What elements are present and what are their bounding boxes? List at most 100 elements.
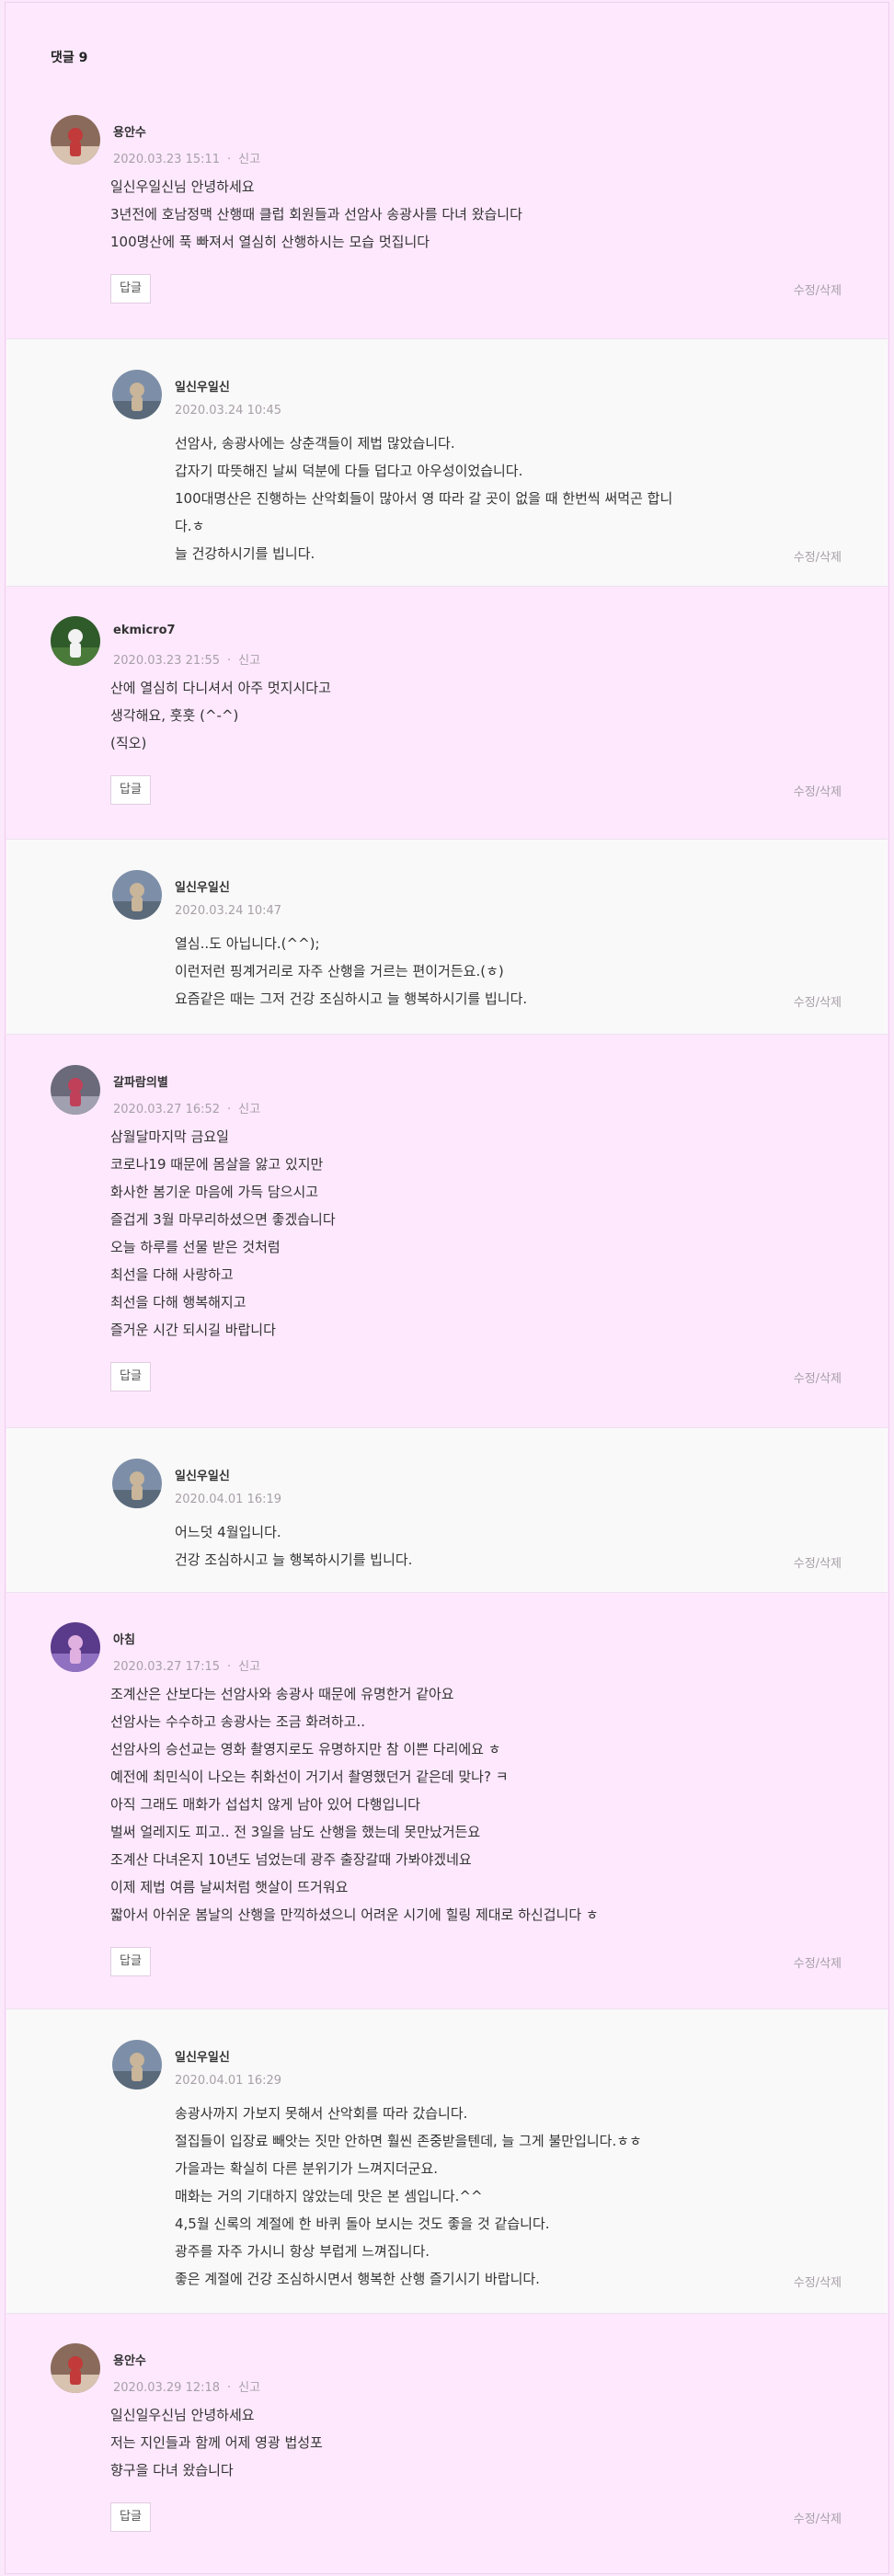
comment-author[interactable]: 용안수 bbox=[113, 2351, 146, 2368]
comment-line: 좋은 계절에 건강 조심하시면서 행복한 산행 즐기시기 바랍니다. bbox=[175, 2271, 540, 2287]
edit-delete-link[interactable]: 수정/삭제 bbox=[794, 782, 842, 799]
reply-button[interactable]: 답글 bbox=[110, 1947, 151, 1976]
comment-author[interactable]: 일신우일신 bbox=[175, 1466, 230, 1483]
comment-item: ekmicro7 2020.03.23 21:55 · 신고 산에 열심히 다니셔서 아… bbox=[6, 589, 888, 837]
comment-author[interactable]: 갈파람의별 bbox=[113, 1072, 168, 1090]
edit-delete-link[interactable]: 수정/삭제 bbox=[794, 2273, 842, 2290]
comment-body: 선암사, 송광사에는 상춘객들이 제법 많았습니다. 갑자기 따뜻해진 날씨 덕분… bbox=[175, 429, 672, 567]
reply-button[interactable]: 답글 bbox=[110, 1362, 151, 1391]
comment-line: 요즘같은 때는 그저 건강 조심하시고 늘 행복하시기를 빕니다. bbox=[175, 990, 528, 1007]
comment-body: 삼월달마지막 금요일 코로나19 때문에 몸살을 앓고 있지만 화사한 봄기운 마음… bbox=[110, 1123, 336, 1344]
comment-line: 가을과는 확실히 다른 분위기가 느껴지더군요. bbox=[175, 2160, 439, 2177]
edit-delete-link[interactable]: 수정/삭제 bbox=[794, 547, 842, 565]
comment-line: 조계산 다녀온지 10년도 넘었는데 광주 출장갈때 가봐야겠네요 bbox=[110, 1851, 472, 1868]
reply-comment: 일신우일신 2020.04.01 16:29 송광사까지 가보지 못해서 산악회를 … bbox=[6, 2009, 888, 2314]
avatar[interactable] bbox=[51, 2343, 100, 2393]
comment-author[interactable]: 용안수 bbox=[113, 122, 146, 140]
avatar[interactable] bbox=[112, 370, 162, 419]
comment-date: 2020.03.23 15:11 bbox=[113, 153, 221, 166]
meta-separator: · bbox=[227, 2381, 232, 2395]
comment-line: 생각해요, 훗훗 (^-^) bbox=[110, 707, 239, 724]
comment-line: 선암사, 송광사에는 상춘객들이 제법 많았습니다. bbox=[175, 435, 455, 452]
comment-meta: 2020.04.01 16:29 bbox=[175, 2074, 281, 2088]
reply-button[interactable]: 답글 bbox=[110, 274, 151, 303]
comment-date: 2020.03.29 12:18 bbox=[113, 2381, 221, 2395]
comment-meta: 2020.03.27 16:52 · 신고 bbox=[113, 1099, 260, 1116]
comment-line: 조계산은 산보다는 선암사와 송광사 때문에 유명한거 같아요 bbox=[110, 1686, 454, 1702]
reply-button[interactable]: 답글 bbox=[110, 775, 151, 805]
reply-button[interactable]: 답글 bbox=[110, 2502, 151, 2532]
comment-line: (직오) bbox=[110, 735, 147, 751]
comment-line: 아직 그래도 매화가 섭섭치 않게 남아 있어 다행입니다 bbox=[110, 1796, 420, 1813]
edit-delete-link[interactable]: 수정/삭제 bbox=[794, 992, 842, 1010]
comment-body: 송광사까지 가보지 못해서 산악회를 따라 갔습니다. 절집들이 입장료 빼앗는 … bbox=[175, 2100, 642, 2293]
comment-date: 2020.04.01 16:19 bbox=[175, 1493, 282, 1506]
comment-meta: 2020.03.29 12:18 · 신고 bbox=[113, 2377, 260, 2395]
edit-delete-link[interactable]: 수정/삭제 bbox=[794, 280, 842, 298]
comment-line: 향구을 다녀 왔습니다 bbox=[110, 2462, 234, 2479]
comment-meta: 2020.03.23 21:55 · 신고 bbox=[113, 650, 260, 668]
comment-line: 즐겁게 3월 마무리하셨으면 좋겠습니다 bbox=[110, 1211, 336, 1228]
comment-author[interactable]: 일신우일신 bbox=[175, 2047, 230, 2065]
avatar[interactable] bbox=[112, 2040, 162, 2089]
comment-line: 일신일우신님 안녕하세요 bbox=[110, 2407, 255, 2423]
comments-count-title: 댓글 9 bbox=[51, 48, 87, 66]
comment-line: 선암사의 승선교는 영화 촬영지로도 유명하지만 참 이쁜 다리에요 ㅎ bbox=[110, 1741, 501, 1757]
comment-body: 어느덧 4월입니다. 건강 조심하시고 늘 행복하시기를 빕니다. bbox=[175, 1518, 412, 1574]
comment-body: 일신우일신님 안녕하세요 3년전에 호남정맥 산행때 클럽 회원들과 선암사 송광… bbox=[110, 173, 522, 256]
comment-author[interactable]: 아침 bbox=[113, 1630, 135, 1647]
comment-author[interactable]: 일신우일신 bbox=[175, 877, 230, 895]
edit-delete-link[interactable]: 수정/삭제 bbox=[794, 1953, 842, 1971]
report-link[interactable]: 신고 bbox=[238, 2381, 260, 2395]
report-link[interactable]: 신고 bbox=[238, 654, 260, 668]
comment-meta: 2020.03.24 10:45 bbox=[175, 404, 281, 418]
comment-line: 4,5월 신록의 계절에 한 바퀴 돌아 보시는 것도 좋을 것 같습니다. bbox=[175, 2215, 550, 2232]
comment-meta: 2020.03.24 10:47 bbox=[175, 904, 281, 918]
comment-item: 아침 2020.03.27 17:15 · 신고조계산은 산보다는 선암사와 송광사 … bbox=[6, 1595, 888, 2007]
edit-delete-link[interactable]: 수정/삭제 bbox=[794, 1368, 842, 1386]
comment-line: 이제 제법 여름 날씨처럼 햇살이 뜨거워요 bbox=[110, 1879, 349, 1895]
comment-line: 최선을 다해 행복해지고 bbox=[110, 1294, 246, 1311]
comment-line: 절집들이 입장료 빼앗는 짓만 안하면 훨씬 존중받을텐데, 늘 그게 불만입니… bbox=[175, 2133, 642, 2149]
comment-line: 100대명산은 진행하는 산악회들이 많아서 영 따라 갈 곳이 없을 때 한번… bbox=[175, 490, 673, 507]
comment-line: 열심..도 아닙니다.(^^); bbox=[175, 935, 320, 952]
edit-delete-link[interactable]: 수정/삭제 bbox=[794, 2509, 842, 2526]
edit-delete-link[interactable]: 수정/삭제 bbox=[794, 1553, 842, 1571]
comment-line: 삼월달마지막 금요일 bbox=[110, 1128, 229, 1145]
comment-line: 오늘 하루를 선물 받은 것처럼 bbox=[110, 1239, 281, 1255]
report-link[interactable]: 신고 bbox=[238, 1103, 260, 1116]
comment-date: 2020.04.01 16:29 bbox=[175, 2074, 282, 2088]
avatar[interactable] bbox=[112, 1459, 162, 1508]
comment-item: 용안수 2020.03.29 12:18 · 신고일신일우신님 안녕하세요저는 지인들… bbox=[6, 2316, 888, 2571]
comment-body: 산에 열심히 다니셔서 아주 멋지시다고생각해요, 훗훗 (^-^) (직오) bbox=[110, 674, 331, 757]
meta-separator: · bbox=[227, 1660, 232, 1674]
comment-body: 열심..도 아닙니다.(^^); 이런저런 핑계거리로 자주 산행을 거르는 편이… bbox=[175, 930, 527, 1013]
report-link[interactable]: 신고 bbox=[238, 153, 260, 166]
comment-line: 송광사까지 가보지 못해서 산악회를 따라 갔습니다. bbox=[175, 2105, 468, 2122]
comment-line: 다.ㅎ bbox=[175, 518, 205, 534]
report-link[interactable]: 신고 bbox=[238, 1660, 260, 1674]
comment-line: 산에 열심히 다니셔서 아주 멋지시다고 bbox=[110, 680, 331, 696]
comment-line: 예전에 최민식이 나오는 취화선이 거기서 촬영했던거 같은데 맞나? ㅋ bbox=[110, 1769, 509, 1785]
comment-body: 조계산은 산보다는 선암사와 송광사 때문에 유명한거 같아요 선암사는 수수하고… bbox=[110, 1680, 599, 1929]
comment-line: 즐거운 시간 되시길 바랍니다 bbox=[110, 1322, 276, 1338]
comment-item: 용안수 2020.03.23 15:11 · 신고 일신우일신님 안녕하세요 3년전에 호… bbox=[6, 87, 888, 334]
comment-date: 2020.03.24 10:47 bbox=[175, 904, 282, 918]
comment-line: 저는 지인들과 함께 어제 영광 법성포 bbox=[110, 2434, 323, 2451]
comment-author[interactable]: 일신우일신 bbox=[175, 377, 230, 395]
comment-line: 최선을 다해 사랑하고 bbox=[110, 1266, 234, 1283]
comment-body: 일신일우신님 안녕하세요저는 지인들과 함께 어제 영광 법성포향구을 다녀 왔… bbox=[110, 2401, 323, 2484]
comment-author[interactable]: ekmicro7 bbox=[113, 624, 176, 637]
avatar[interactable] bbox=[51, 1622, 100, 1672]
comment-line: 광주를 자주 가시니 항상 부럽게 느껴집니다. bbox=[175, 2243, 430, 2260]
meta-separator: · bbox=[227, 654, 232, 668]
comment-date: 2020.03.27 16:52 bbox=[113, 1103, 221, 1116]
comment-line: 100명산에 푹 빠져서 열심히 산행하시는 모습 멋집니다 bbox=[110, 234, 430, 250]
comment-meta: 2020.03.27 17:15 · 신고 bbox=[113, 1656, 260, 1674]
comment-date: 2020.03.27 17:15 bbox=[113, 1660, 221, 1674]
comment-line: 벌써 얼레지도 피고.. 전 3일을 남도 산행을 했는데 못만났거든요 bbox=[110, 1824, 481, 1840]
avatar[interactable] bbox=[112, 870, 162, 920]
avatar[interactable] bbox=[51, 115, 100, 165]
avatar[interactable] bbox=[51, 1065, 100, 1115]
avatar[interactable] bbox=[51, 616, 100, 666]
